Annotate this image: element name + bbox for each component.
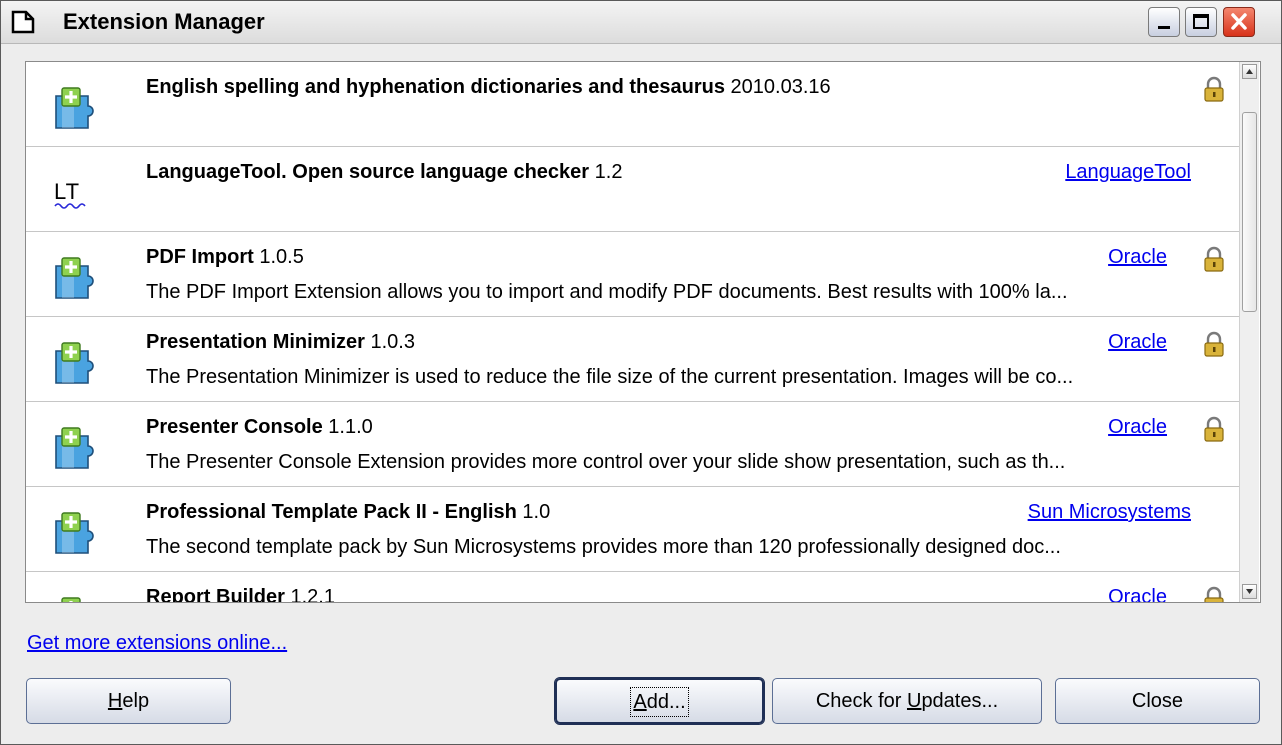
document-icon: [11, 10, 35, 34]
extension-name: Professional Template Pack II - English: [146, 501, 517, 523]
add-button-mnemonic: A: [633, 691, 647, 713]
publisher-link[interactable]: Oracle: [1108, 586, 1167, 602]
close-icon: [1231, 13, 1247, 30]
puzzle-icon: [48, 82, 100, 134]
extension-row[interactable]: LT LanguageTool. Open source language che…: [26, 147, 1239, 232]
publisher-link[interactable]: LanguageTool: [1065, 161, 1191, 184]
puzzle-icon: [48, 592, 100, 602]
scroll-up-icon: [1246, 69, 1253, 74]
extension-title: Professional Template Pack II - English …: [146, 501, 550, 524]
publisher-link[interactable]: Oracle: [1108, 246, 1167, 269]
help-button-mnemonic: H: [107, 690, 123, 712]
extension-description: The Presentation Minimizer is used to re…: [146, 366, 1074, 388]
add-button-label-post: dd...: [646, 691, 686, 713]
extension-title: PDF Import 1.0.5: [146, 246, 304, 269]
puzzle-icon: [48, 337, 100, 389]
extension-name: PDF Import: [146, 246, 254, 268]
lock-icon: [1203, 416, 1225, 442]
extension-row[interactable]: Report Builder 1.2.1 Oracle: [26, 572, 1239, 603]
scroll-thumb[interactable]: [1242, 112, 1257, 312]
puzzle-icon: [48, 252, 100, 304]
lock-icon: [1203, 246, 1225, 272]
lock-icon: [1203, 331, 1225, 357]
scroll-up-button[interactable]: [1242, 64, 1257, 79]
extension-description: The PDF Import Extension allows you to i…: [146, 281, 1068, 303]
maximize-button[interactable]: [1185, 7, 1217, 37]
extension-name: English spelling and hyphenation diction…: [146, 76, 725, 98]
extension-row[interactable]: Professional Template Pack II - English …: [26, 487, 1239, 572]
extension-description: The second template pack by Sun Microsys…: [146, 536, 1061, 558]
extension-title: Presentation Minimizer 1.0.3: [146, 331, 415, 354]
updates-button-label-post: pdates...: [921, 690, 999, 712]
extension-name: Presenter Console: [146, 416, 323, 438]
maximize-icon: [1193, 14, 1209, 29]
extension-version: 1.1.0: [328, 416, 373, 438]
get-more-extensions-link[interactable]: Get more extensions online...: [27, 632, 287, 655]
extension-description: The Presenter Console Extension provides…: [146, 451, 1066, 473]
extension-row[interactable]: PDF Import 1.0.5 Oracle The PDF Import Ext…: [26, 232, 1239, 317]
title-bar[interactable]: Extension Manager: [1, 1, 1281, 44]
scroll-down-button[interactable]: [1242, 584, 1257, 599]
extension-version: 2010.03.16: [730, 76, 831, 98]
minimize-button[interactable]: [1148, 7, 1180, 37]
close-window-button[interactable]: [1223, 7, 1255, 37]
minimize-icon: [1158, 26, 1170, 29]
updates-button-mnemonic: U: [906, 690, 922, 712]
puzzle-icon: [48, 422, 100, 474]
puzzle-icon: [48, 507, 100, 559]
extension-name: Report Builder: [146, 586, 285, 603]
scroll-down-icon: [1246, 589, 1253, 594]
spellcheck-wave-icon: [54, 203, 86, 209]
extension-title: Presenter Console 1.1.0: [146, 416, 373, 439]
extension-row[interactable]: Presentation Minimizer 1.0.3 Oracle The Pr…: [26, 317, 1239, 402]
extension-rows: English spelling and hyphenation diction…: [26, 62, 1239, 603]
help-button[interactable]: Help: [26, 678, 231, 724]
lock-icon: [1203, 586, 1225, 602]
extension-row[interactable]: English spelling and hyphenation diction…: [26, 62, 1239, 147]
updates-button-label-pre: Check for: [815, 690, 907, 712]
extension-version: 1.2: [594, 161, 623, 183]
extension-title: Report Builder 1.2.1: [146, 586, 335, 603]
extension-name: LanguageTool. Open source language check…: [146, 161, 590, 183]
extension-version: 1.0: [522, 501, 551, 523]
extension-title: LanguageTool. Open source language check…: [146, 161, 622, 184]
vertical-scrollbar[interactable]: [1239, 62, 1259, 602]
extension-manager-window: Extension Manager English spelling and h…: [0, 0, 1282, 745]
extension-version: 1.2.1: [290, 586, 335, 603]
window-title: Extension Manager: [63, 9, 265, 34]
check-for-updates-button[interactable]: Check for Updates...: [772, 678, 1042, 724]
publisher-link[interactable]: Oracle: [1108, 331, 1167, 354]
close-button[interactable]: Close: [1055, 678, 1260, 724]
extension-list[interactable]: English spelling and hyphenation diction…: [25, 61, 1261, 603]
extension-name: Presentation Minimizer: [146, 331, 365, 353]
publisher-link[interactable]: Oracle: [1108, 416, 1167, 439]
extension-row[interactable]: Presenter Console 1.1.0 Oracle The Present…: [26, 402, 1239, 487]
extension-version: 1.0.5: [259, 246, 304, 268]
add-button-focus: Add...: [630, 687, 689, 717]
add-button[interactable]: Add...: [554, 677, 765, 725]
extension-version: 1.0.3: [370, 331, 415, 353]
extension-title: English spelling and hyphenation diction…: [146, 76, 831, 99]
lock-icon: [1203, 76, 1225, 102]
close-button-label: Close: [1131, 690, 1184, 712]
publisher-link[interactable]: Sun Microsystems: [1028, 501, 1191, 524]
help-button-label-post: elp: [122, 690, 150, 712]
